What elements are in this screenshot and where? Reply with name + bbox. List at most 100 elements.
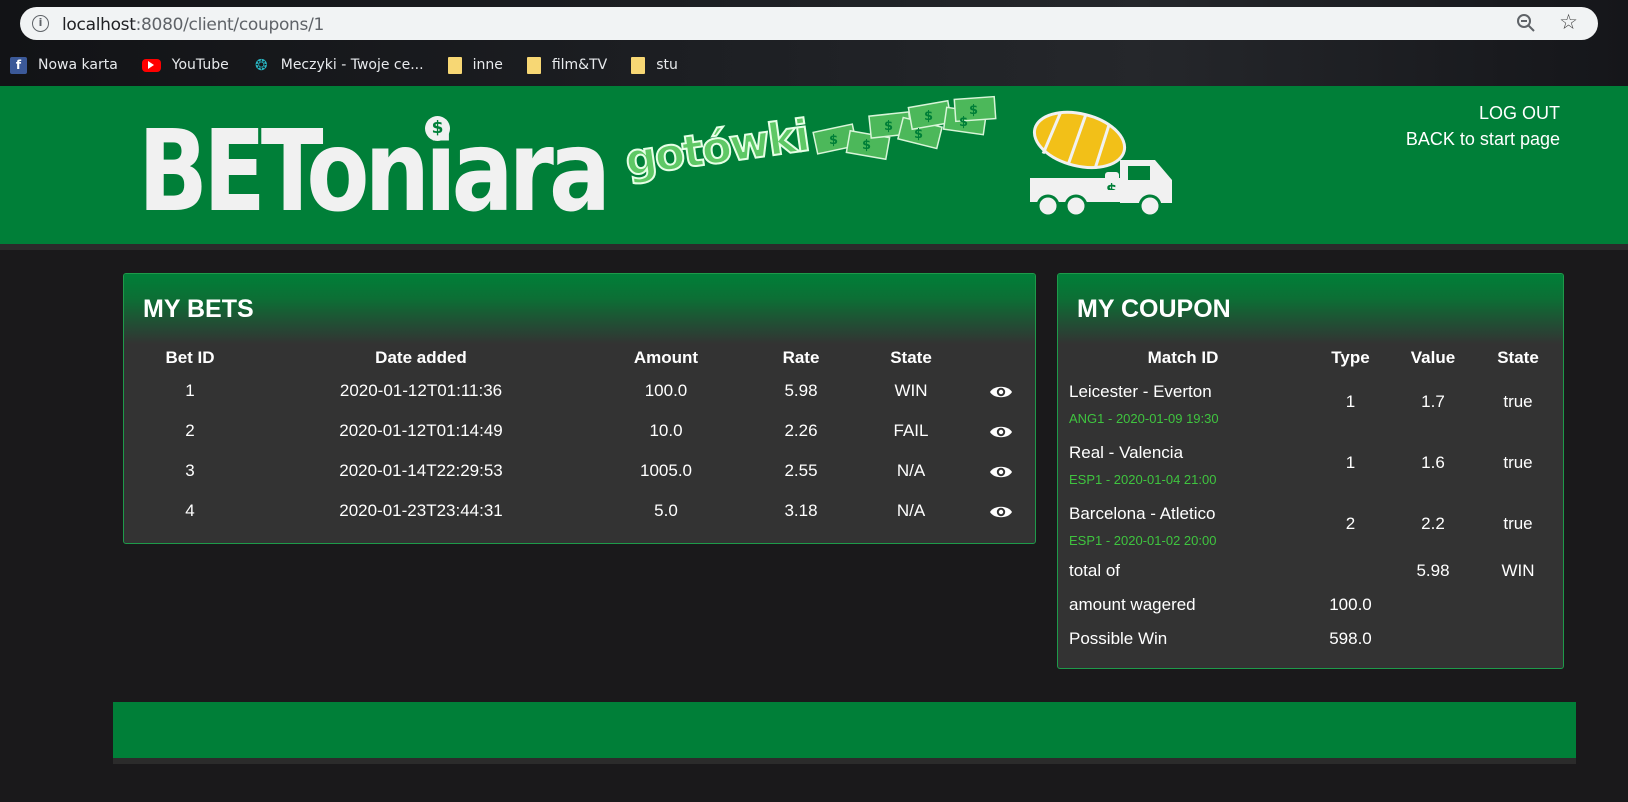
bookmark-youtube[interactable]: YouTube	[141, 57, 229, 73]
folder-icon	[526, 56, 541, 74]
bookmark-label: YouTube	[171, 57, 229, 73]
youtube-icon	[141, 58, 161, 72]
eye-icon[interactable]	[989, 424, 1013, 440]
col-state: State	[890, 348, 932, 367]
table-row: 4 2020-01-23T23:44:31 5.0 3.18 N/A	[124, 491, 1035, 531]
bet-state: FAIL	[893, 421, 929, 440]
zoom-icon[interactable]	[1516, 13, 1536, 33]
eye-icon[interactable]	[989, 504, 1013, 520]
wagered-label: amount wagered	[1069, 595, 1196, 614]
svg-text:$: $	[924, 109, 933, 124]
bet-rate: 2.26	[784, 421, 818, 440]
wagered-row: amount wagered 100.0	[1058, 588, 1563, 622]
browser-chrome: i localhost:8080/client/coupons/1 ☆ f Now…	[0, 0, 1628, 86]
match-name: Leicester - Everton	[1069, 381, 1212, 401]
meczyki-icon: ❂	[254, 56, 268, 74]
folder-icon	[631, 56, 646, 74]
bookmark-label: stu	[656, 57, 678, 73]
total-state: WIN	[1501, 561, 1535, 580]
bookmark-star-icon[interactable]: ☆	[1559, 10, 1578, 34]
bet-state: N/A	[896, 501, 926, 520]
match-cell: Leicester - Everton ANG1 - 2020-01-09 19:…	[1058, 371, 1308, 432]
table-row: 3 2020-01-14T22:29:53 1005.0 2.55 N/A	[124, 451, 1035, 491]
possible-win-row: Possible Win 598.0	[1058, 622, 1563, 656]
info-icon[interactable]: i	[32, 15, 49, 32]
coupon-state: true	[1503, 391, 1533, 411]
match-cell: Barcelona - Atletico ESP1 - 2020-01-02 20…	[1058, 493, 1308, 554]
header-links: LOG OUT BACK to start page	[1406, 100, 1560, 152]
total-value: 5.98	[1416, 561, 1450, 580]
bet-rate: 2.55	[784, 461, 818, 480]
eye-icon[interactable]	[989, 464, 1013, 480]
url-text[interactable]: localhost:8080/client/coupons/1	[62, 15, 324, 35]
bet-id: 3	[185, 461, 195, 480]
bet-id: 2	[185, 421, 195, 440]
eye-icon[interactable]	[989, 384, 1013, 400]
bookmark-nowa-karta[interactable]: f Nowa karta	[10, 56, 118, 74]
possible-win-label: Possible Win	[1069, 629, 1168, 648]
back-to-start-link[interactable]: BACK to start page	[1406, 126, 1560, 152]
bookmark-label: film&TV	[551, 57, 608, 73]
coupon-value: 1.7	[1421, 391, 1445, 411]
bookmark-meczyki[interactable]: ❂ Meczyki - Twoje ce...	[253, 56, 424, 74]
bookmark-label: Meczyki - Twoje ce...	[280, 57, 424, 73]
bookmark-folder-stu[interactable]: stu	[631, 56, 678, 74]
bet-amount: 10.0	[649, 421, 683, 440]
col-date-added: Date added	[375, 348, 467, 367]
match-info: ESP1 - 2020-01-02 20:00	[1069, 532, 1217, 548]
bet-amount: 100.0	[644, 381, 688, 400]
bet-state: WIN	[894, 381, 928, 400]
bet-date: 2020-01-23T23:44:31	[339, 501, 503, 520]
address-bar[interactable]: i localhost:8080/client/coupons/1 ☆	[20, 7, 1598, 40]
site-footer	[113, 702, 1576, 764]
wagered-value: 100.0	[1329, 595, 1372, 614]
coupon-state: true	[1503, 513, 1533, 533]
col-amount: Amount	[633, 348, 699, 367]
col-type: Type	[1331, 348, 1370, 367]
table-row: 1 2020-01-12T01:11:36 100.0 5.98 WIN	[124, 371, 1035, 411]
col-state: State	[1497, 348, 1539, 367]
bet-amount: 5.0	[654, 501, 678, 520]
bet-date: 2020-01-14T22:29:53	[339, 461, 503, 480]
col-rate: Rate	[782, 348, 820, 367]
coupon-state: true	[1503, 452, 1533, 472]
view-cell	[966, 491, 1035, 531]
view-cell	[966, 371, 1035, 411]
col-match-id: Match ID	[1147, 348, 1219, 367]
table-row: Leicester - Everton ANG1 - 2020-01-09 19:…	[1058, 371, 1563, 432]
bet-amount: 1005.0	[640, 461, 692, 480]
table-row: 2 2020-01-12T01:14:49 10.0 2.26 FAIL	[124, 411, 1035, 451]
coupon-table: Match ID Type Value State Leicester - Ev…	[1058, 345, 1563, 656]
my-bets-panel: MY BETS Bet ID Date added Amount Rate St…	[123, 273, 1036, 544]
bets-table: Bet ID Date added Amount Rate State 1 20…	[124, 345, 1035, 531]
coupon-value: 2.2	[1421, 513, 1445, 533]
col-value: Value	[1410, 348, 1456, 367]
coupon-value: 1.6	[1421, 452, 1445, 472]
bet-rate: 3.18	[784, 501, 818, 520]
match-info: ANG1 - 2020-01-09 19:30	[1069, 410, 1219, 426]
bookmark-folder-inne[interactable]: inne	[447, 56, 503, 74]
svg-text:$: $	[862, 138, 871, 153]
total-label: total of	[1069, 561, 1121, 580]
match-info: ESP1 - 2020-01-04 21:00	[1069, 471, 1217, 487]
svg-text:$: $	[959, 115, 968, 130]
bookmark-folder-film-tv[interactable]: film&TV	[526, 56, 608, 74]
coupon-type: 1	[1345, 452, 1356, 472]
bet-date: 2020-01-12T01:14:49	[339, 421, 503, 440]
bookmark-label: inne	[472, 57, 503, 73]
match-name: Barcelona - Atletico	[1069, 503, 1216, 523]
bet-rate: 5.98	[784, 381, 818, 400]
logout-link[interactable]: LOG OUT	[1406, 100, 1560, 126]
concrete-truck-icon: $	[1030, 110, 1172, 218]
coupon-type: 1	[1345, 391, 1356, 411]
my-coupon-panel: MY COUPON Match ID Type Value State Leic…	[1057, 273, 1564, 669]
bet-id: 1	[185, 381, 195, 400]
coupon-header-row: Match ID Type Value State	[1058, 345, 1563, 371]
url-host: localhost	[62, 15, 136, 35]
col-bet-id: Bet ID	[165, 348, 215, 367]
bet-id: 4	[185, 501, 195, 520]
url-path: :8080/client/coupons/1	[135, 15, 325, 35]
svg-text:$: $	[969, 103, 978, 118]
cash-notes-icon: $ $$ $$ $$	[812, 95, 997, 161]
bet-state: N/A	[896, 461, 926, 480]
